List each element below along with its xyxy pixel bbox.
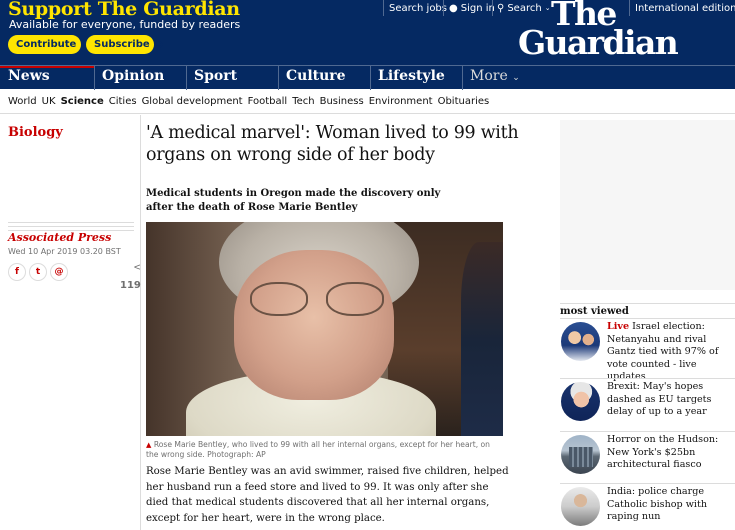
divider [443, 0, 444, 16]
contribute-label: Contribute [16, 39, 77, 50]
pillar-sport[interactable]: Sport [186, 66, 278, 90]
share-count: < 119 [120, 263, 141, 292]
search-icon: ⚲ [497, 2, 505, 14]
photo-glasses-right [326, 282, 384, 316]
photo-figure [461, 242, 503, 436]
pillar-opinion[interactable]: Opinion [94, 66, 186, 90]
thumbnail [561, 322, 600, 361]
sub-nav: World UK Science Cities Global developme… [0, 89, 735, 114]
more-label: More [470, 68, 508, 84]
pillar-news[interactable]: News [0, 66, 94, 90]
arrow-right-icon: ➜ [154, 38, 164, 51]
most-viewed-title: most viewed [560, 303, 735, 317]
most-viewed-text: Live Israel election: Netanyahu and riva… [607, 321, 735, 384]
photo-face [234, 250, 394, 400]
search-jobs-label: Search jobs [389, 2, 447, 14]
search-jobs-link[interactable]: Search jobs [389, 1, 447, 15]
share-buttons: f t @ [8, 263, 68, 281]
contribute-button[interactable]: Contribute ➜ [8, 35, 91, 54]
most-viewed-headline: Horror on the Hudson: New York's $25bn a… [607, 434, 719, 470]
ad-slot [560, 120, 735, 290]
chevron-down-icon: ⌄ [512, 73, 520, 83]
publish-date: Wed 10 Apr 2019 03.20 BST [8, 247, 121, 256]
subscribe-label: Subscribe [94, 39, 150, 50]
subnav-world[interactable]: World [8, 96, 37, 107]
logo-line-2: Guardian [518, 23, 679, 62]
most-viewed-item[interactable]: India: police charge Catholic bishop wit… [560, 483, 735, 530]
main-photo[interactable] [146, 222, 503, 436]
most-viewed-item[interactable]: Horror on the Hudson: New York's $25bn a… [560, 431, 735, 483]
byline[interactable]: Associated Press [8, 231, 111, 244]
thumbnail [561, 487, 600, 526]
live-label: Live [607, 321, 630, 332]
subnav-cities[interactable]: Cities [109, 96, 137, 107]
sign-in-link[interactable]: ● Sign in [449, 1, 495, 15]
subnav-football[interactable]: Football [248, 96, 288, 107]
email-icon[interactable]: @ [50, 263, 68, 281]
pillar-culture[interactable]: Culture [278, 66, 370, 90]
column-divider [140, 115, 141, 530]
share-count-number: 119 [120, 280, 141, 291]
user-icon: ● [449, 2, 458, 14]
support-title: Support The Guardian [8, 0, 240, 20]
subnav-tech[interactable]: Tech [292, 96, 314, 107]
twitter-icon[interactable]: t [29, 263, 47, 281]
support-subtitle: Available for everyone, funded by reader… [9, 18, 241, 31]
divider [492, 0, 493, 16]
subnav-science[interactable]: Science [61, 96, 104, 107]
photo-glasses-left [250, 282, 308, 316]
thumbnail [561, 382, 600, 421]
most-viewed-item[interactable]: Live Israel election: Netanyahu and riva… [560, 318, 735, 382]
guardian-logo[interactable]: The Guardian [518, 0, 679, 62]
caption-triangle-icon: ▲ [146, 441, 152, 449]
photo-caption: ▲ Rose Marie Bentley, who lived to 99 wi… [146, 440, 503, 460]
subnav-uk[interactable]: UK [42, 96, 56, 107]
section-label[interactable]: Biology [8, 125, 63, 140]
subnav-environment[interactable]: Environment [369, 96, 433, 107]
thumbnail [561, 435, 600, 474]
divider [383, 0, 384, 16]
most-viewed-item[interactable]: Brexit: May's hopes dashed as EU targets… [560, 378, 735, 430]
facebook-icon[interactable]: f [8, 263, 26, 281]
pillar-nav: News Opinion Sport Culture Lifestyle Mor… [0, 65, 735, 90]
most-viewed-headline: India: police charge Catholic bishop wit… [607, 486, 708, 522]
pillar-lifestyle[interactable]: Lifestyle [370, 66, 462, 90]
subnav-obituaries[interactable]: Obituaries [438, 96, 490, 107]
standfirst: Medical students in Oregon made the disc… [146, 188, 441, 213]
caption-text: Rose Marie Bentley, who lived to 99 with… [146, 440, 490, 459]
sign-in-label: Sign in [460, 2, 495, 14]
subnav-business[interactable]: Business [320, 96, 364, 107]
most-viewed-headline: Brexit: May's hopes dashed as EU targets… [607, 381, 712, 417]
masthead: Support The Guardian Available for every… [0, 0, 735, 65]
share-icon: < [133, 263, 141, 273]
pillar-more[interactable]: More ⌄ [462, 66, 532, 90]
subscribe-button[interactable]: Subscribe ➜ [86, 35, 164, 54]
headline: 'A medical marvel': Woman lived to 99 wi… [146, 123, 519, 165]
article-body: Rose Marie Bentley was an avid swimmer, … [146, 466, 509, 524]
subnav-global-development[interactable]: Global development [142, 96, 243, 107]
